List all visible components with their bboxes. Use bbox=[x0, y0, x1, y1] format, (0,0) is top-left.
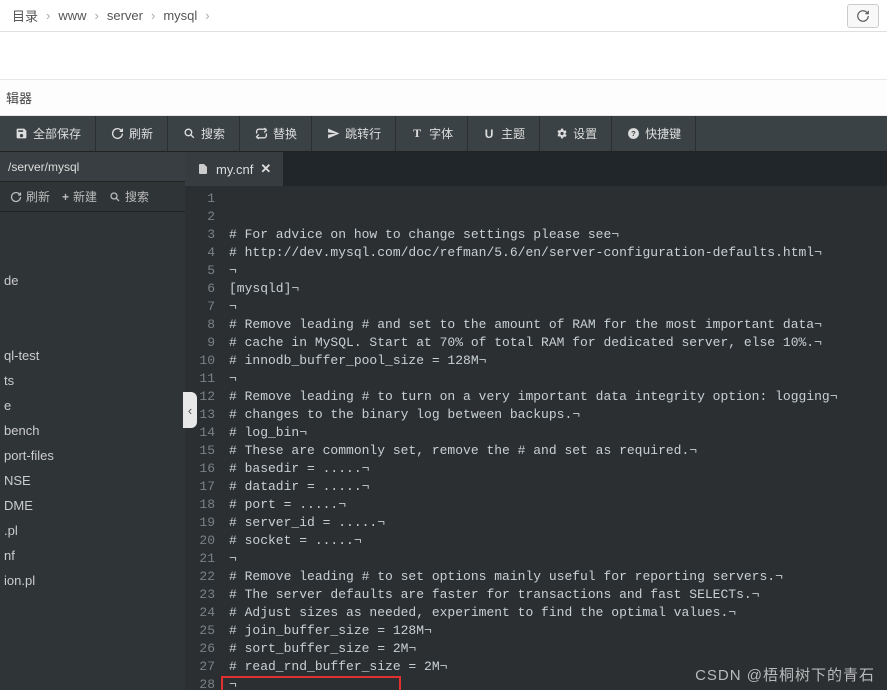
tree-item[interactable]: de bbox=[0, 268, 185, 293]
file-icon bbox=[197, 163, 209, 175]
chevron-right-icon: › bbox=[91, 8, 103, 23]
tree-item[interactable]: port-files bbox=[0, 443, 185, 468]
tree-item[interactable]: e bbox=[0, 393, 185, 418]
save-all-button[interactable]: 全部保存 bbox=[0, 116, 96, 151]
toolbar-label: 主题 bbox=[501, 125, 525, 142]
refresh-button[interactable] bbox=[847, 4, 879, 28]
theme-icon: U bbox=[482, 127, 496, 141]
tree-item[interactable]: DME bbox=[0, 493, 185, 518]
tab-bar: my.cnf ✕ bbox=[185, 152, 887, 186]
toolbar-label: 快捷键 bbox=[645, 125, 681, 142]
tree-item[interactable]: ts bbox=[0, 368, 185, 393]
gear-icon bbox=[554, 127, 568, 141]
sidebar-tool-label: 新建 bbox=[73, 188, 97, 205]
sidebar-path[interactable]: /server/mysql bbox=[0, 152, 185, 182]
tree-item[interactable]: .pl bbox=[0, 518, 185, 543]
file-sidebar: /server/mysql 刷新 + 新建 搜索 de ql-testtseben… bbox=[0, 152, 185, 690]
help-icon: ? bbox=[626, 127, 640, 141]
line-gutter: 1234567891011121314151617181920212223242… bbox=[185, 186, 223, 690]
breadcrumb-item[interactable]: mysql bbox=[159, 8, 201, 23]
refresh-icon bbox=[110, 127, 124, 141]
spacer bbox=[0, 32, 887, 80]
search-icon bbox=[182, 127, 196, 141]
goto-line-button[interactable]: 跳转行 bbox=[312, 116, 396, 151]
collapse-handle[interactable]: ‹ bbox=[183, 392, 197, 428]
svg-text:?: ? bbox=[631, 129, 636, 138]
editor-panel: my.cnf ✕ 1234567891011121314151617181920… bbox=[185, 152, 887, 690]
sidebar-tool-label: 搜索 bbox=[125, 188, 149, 205]
toolbar-label: 搜索 bbox=[201, 125, 225, 142]
sidebar-tool-label: 刷新 bbox=[26, 188, 50, 205]
breadcrumb-item[interactable]: www bbox=[54, 8, 90, 23]
chevron-right-icon: › bbox=[42, 8, 54, 23]
sidebar-refresh-button[interactable]: 刷新 bbox=[10, 188, 50, 205]
editor-toolbar: 全部保存 刷新 搜索 替换 跳转行 T 字体 U 主题 设置 bbox=[0, 116, 887, 152]
toolbar-label: 设置 bbox=[573, 125, 597, 142]
editor-label-text: 辑器 bbox=[6, 88, 32, 107]
code-content[interactable]: # For advice on how to change settings p… bbox=[223, 186, 887, 690]
toolbar-label: 刷新 bbox=[129, 125, 153, 142]
toolbar-label: 替换 bbox=[273, 125, 297, 142]
goto-icon bbox=[326, 127, 340, 141]
file-tree: de ql-testtsebenchport-filesNSEDME.plnfio… bbox=[0, 212, 185, 690]
sidebar-new-button[interactable]: + 新建 bbox=[62, 188, 97, 205]
code-editor[interactable]: 1234567891011121314151617181920212223242… bbox=[185, 186, 887, 690]
tab-mycnf[interactable]: my.cnf ✕ bbox=[185, 152, 283, 186]
toolbar-label: 字体 bbox=[429, 125, 453, 142]
editor-label: 辑器 bbox=[0, 80, 887, 116]
sidebar-tools: 刷新 + 新建 搜索 bbox=[0, 182, 185, 212]
plus-icon: + bbox=[62, 190, 69, 204]
font-icon: T bbox=[410, 127, 424, 141]
tree-item[interactable]: nf bbox=[0, 543, 185, 568]
replace-button[interactable]: 替换 bbox=[240, 116, 312, 151]
tree-item[interactable]: ion.pl bbox=[0, 568, 185, 593]
tree-item[interactable] bbox=[0, 293, 185, 303]
breadcrumb: 目录 › www › server › mysql › bbox=[0, 0, 887, 32]
breadcrumb-item[interactable]: server bbox=[103, 8, 147, 23]
tree-item[interactable]: ql-test bbox=[0, 343, 185, 368]
toolbar-label: 全部保存 bbox=[33, 125, 81, 142]
search-button[interactable]: 搜索 bbox=[168, 116, 240, 151]
save-icon bbox=[14, 127, 28, 141]
settings-button[interactable]: 设置 bbox=[540, 116, 612, 151]
chevron-right-icon: › bbox=[201, 8, 213, 23]
chevron-left-icon: ‹ bbox=[188, 403, 192, 418]
refresh-button[interactable]: 刷新 bbox=[96, 116, 168, 151]
sidebar-search-button[interactable]: 搜索 bbox=[109, 188, 149, 205]
toolbar-label: 跳转行 bbox=[345, 125, 381, 142]
chevron-right-icon: › bbox=[147, 8, 159, 23]
tree-item[interactable]: NSE bbox=[0, 468, 185, 493]
close-icon[interactable]: ✕ bbox=[260, 161, 271, 177]
theme-button[interactable]: U 主题 bbox=[468, 116, 540, 151]
breadcrumb-item[interactable]: 目录 bbox=[8, 6, 42, 25]
shortcuts-button[interactable]: ? 快捷键 bbox=[612, 116, 696, 151]
replace-icon bbox=[254, 127, 268, 141]
tree-item[interactable] bbox=[0, 218, 185, 228]
tree-item[interactable]: bench bbox=[0, 418, 185, 443]
tab-label: my.cnf bbox=[216, 162, 253, 177]
font-button[interactable]: T 字体 bbox=[396, 116, 468, 151]
